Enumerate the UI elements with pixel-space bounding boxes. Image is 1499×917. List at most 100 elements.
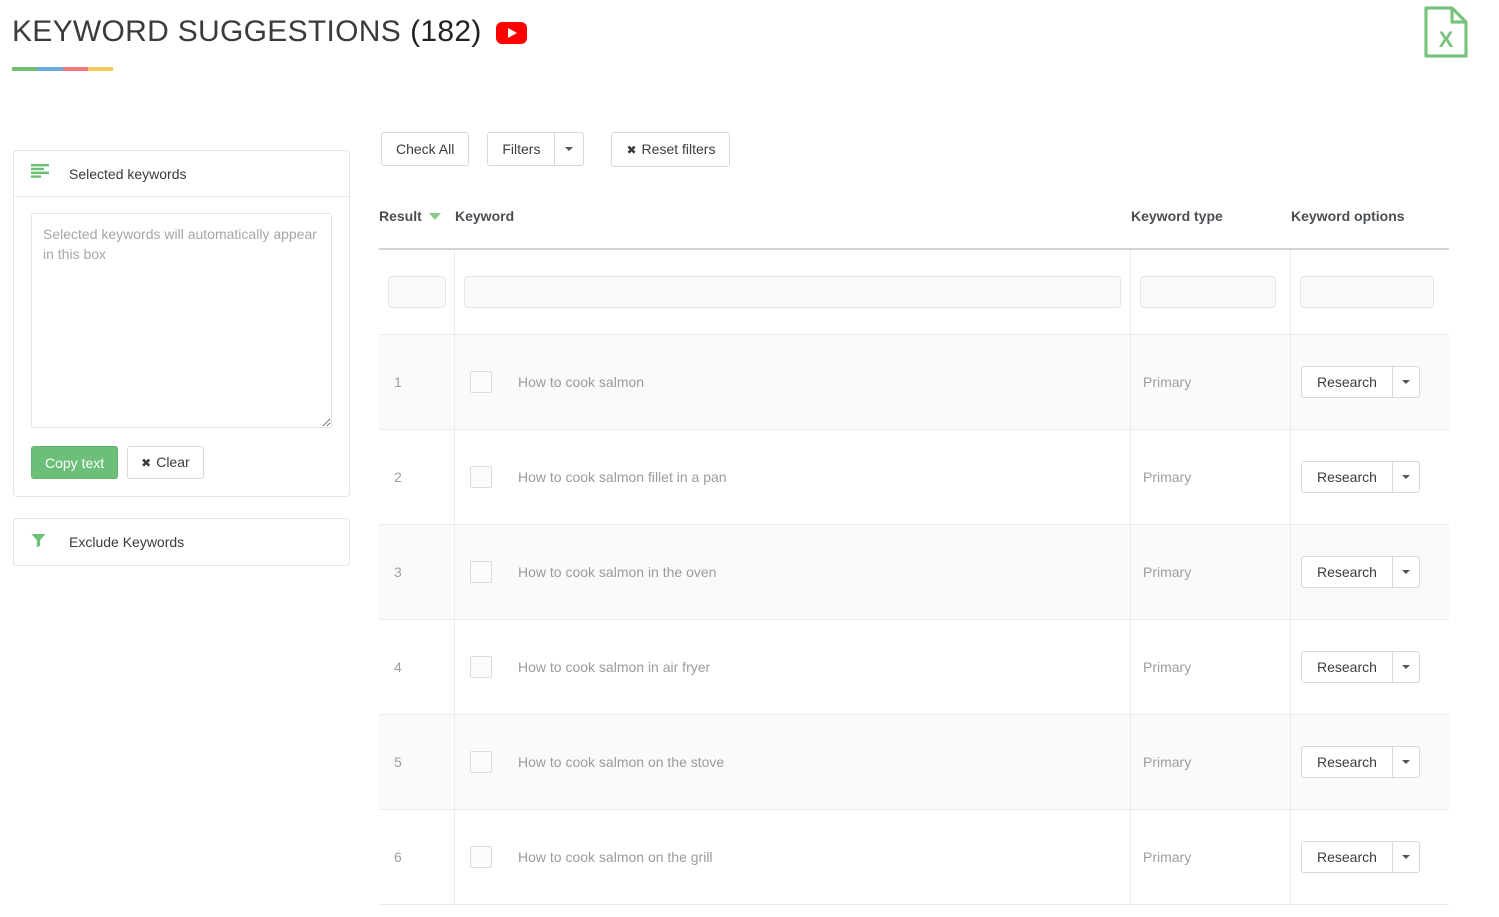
filter-cell-type: [1131, 250, 1291, 334]
research-button[interactable]: Research: [1301, 841, 1393, 873]
selected-keywords-panel: Selected keywords Copy text ✖ Clear: [13, 150, 350, 497]
research-button[interactable]: Research: [1301, 556, 1393, 588]
row-options-cell: Research: [1291, 715, 1449, 809]
exclude-keywords-title: Exclude Keywords: [69, 534, 185, 550]
row-keyword-cell: How to cook salmon fillet in a pan: [455, 430, 1131, 524]
filters-button[interactable]: Filters: [487, 132, 556, 166]
selected-keywords-title: Selected keywords: [69, 165, 187, 182]
column-header-keyword-options[interactable]: Keyword options: [1291, 208, 1449, 224]
row-type-cell: Primary: [1131, 810, 1291, 904]
selected-keywords-textarea[interactable]: [31, 213, 332, 428]
row-keyword-type: Primary: [1143, 659, 1192, 675]
underline-segment-yellow: [87, 67, 113, 71]
table-row[interactable]: 4 How to cook salmon in air fryer Primar…: [379, 620, 1449, 715]
x-icon: ✖: [141, 456, 152, 470]
keyword-table: Result Keyword Keyword type Keyword opti…: [379, 208, 1449, 905]
row-options-cell: Research: [1291, 620, 1449, 714]
filter-cell-result: [379, 250, 455, 334]
row-checkbox[interactable]: [470, 466, 492, 488]
research-dropdown-toggle[interactable]: [1392, 746, 1420, 778]
research-button[interactable]: Research: [1301, 366, 1393, 398]
research-button[interactable]: Research: [1301, 651, 1393, 683]
title-underline: [12, 67, 113, 71]
list-icon: [31, 164, 61, 183]
chevron-down-icon: [1401, 760, 1410, 764]
table-row[interactable]: 5 How to cook salmon on the stove Primar…: [379, 715, 1449, 810]
table-row[interactable]: 2 How to cook salmon fillet in a pan Pri…: [379, 430, 1449, 525]
filter-cell-options: [1291, 250, 1449, 334]
row-number: 3: [394, 564, 402, 580]
table-row[interactable]: 3 How to cook salmon in the oven Primary…: [379, 525, 1449, 620]
row-keyword-text: How to cook salmon on the stove: [518, 754, 725, 770]
research-button-group: Research: [1301, 651, 1420, 683]
clear-button[interactable]: ✖ Clear: [127, 446, 204, 479]
row-number: 5: [394, 754, 402, 770]
chevron-down-icon: [565, 147, 574, 151]
filter-input-keyword-type[interactable]: [1140, 276, 1276, 308]
row-number: 6: [394, 849, 402, 865]
research-dropdown-toggle[interactable]: [1392, 556, 1420, 588]
research-button-group: Research: [1301, 556, 1420, 588]
page-title: KEYWORD SUGGESTIONS (182): [12, 12, 527, 52]
sort-desc-icon[interactable]: [428, 212, 441, 220]
research-button[interactable]: Research: [1301, 461, 1393, 493]
chevron-down-icon: [1401, 855, 1410, 859]
row-result-cell: 6: [379, 810, 455, 904]
row-checkbox[interactable]: [470, 561, 492, 583]
exclude-keywords-header[interactable]: Exclude Keywords: [14, 519, 349, 565]
row-keyword-type: Primary: [1143, 469, 1192, 485]
page-title-text: KEYWORD SUGGESTIONS: [12, 15, 402, 48]
row-keyword-text: How to cook salmon in the oven: [518, 564, 717, 580]
exclude-keywords-panel[interactable]: Exclude Keywords: [13, 518, 350, 566]
column-header-keyword-type[interactable]: Keyword type: [1131, 208, 1291, 224]
research-dropdown-toggle[interactable]: [1392, 841, 1420, 873]
research-dropdown-toggle[interactable]: [1392, 366, 1420, 398]
research-button-group: Research: [1301, 746, 1420, 778]
table-body: 1 How to cook salmon Primary Research 2: [379, 248, 1449, 905]
row-checkbox[interactable]: [470, 846, 492, 868]
row-keyword-text: How to cook salmon: [518, 374, 645, 390]
selected-keywords-actions: Copy text ✖ Clear: [31, 446, 332, 479]
row-number: 4: [394, 659, 402, 675]
filter-input-keyword-options[interactable]: [1300, 276, 1434, 308]
row-keyword-type: Primary: [1143, 374, 1192, 390]
excel-export-icon[interactable]: X: [1423, 6, 1469, 58]
row-keyword-text: How to cook salmon on the grill: [518, 849, 713, 865]
column-header-keyword[interactable]: Keyword: [455, 208, 1131, 224]
row-checkbox[interactable]: [470, 751, 492, 773]
filter-icon: [31, 533, 61, 552]
reset-filters-label: Reset filters: [641, 141, 716, 157]
research-button[interactable]: Research: [1301, 746, 1393, 778]
row-keyword-text: How to cook salmon in air fryer: [518, 659, 711, 675]
row-options-cell: Research: [1291, 525, 1449, 619]
chevron-down-icon: [1401, 380, 1410, 384]
row-keyword-type: Primary: [1143, 564, 1192, 580]
filters-button-group: Filters: [487, 132, 585, 166]
row-keyword-type: Primary: [1143, 849, 1192, 865]
svg-text:X: X: [1439, 27, 1454, 52]
row-result-cell: 3: [379, 525, 455, 619]
row-checkbox[interactable]: [470, 656, 492, 678]
research-button-group: Research: [1301, 366, 1420, 398]
chevron-down-icon: [1401, 570, 1410, 574]
copy-text-button[interactable]: Copy text: [31, 446, 119, 479]
table-row[interactable]: 6 How to cook salmon on the grill Primar…: [379, 810, 1449, 905]
filters-dropdown-toggle[interactable]: [555, 132, 585, 166]
clear-button-label: Clear: [156, 454, 190, 470]
table-row[interactable]: 1 How to cook salmon Primary Research: [379, 335, 1449, 430]
selected-keywords-body: Copy text ✖ Clear: [14, 197, 349, 496]
row-result-cell: 4: [379, 620, 455, 714]
reset-filters-button[interactable]: ✖ Reset filters: [611, 132, 731, 167]
row-type-cell: Primary: [1131, 620, 1291, 714]
row-keyword-cell: How to cook salmon: [455, 335, 1131, 429]
research-dropdown-toggle[interactable]: [1392, 651, 1420, 683]
check-all-button[interactable]: Check All: [381, 132, 470, 166]
filter-input-keyword[interactable]: [464, 276, 1121, 308]
row-checkbox[interactable]: [470, 371, 492, 393]
research-dropdown-toggle[interactable]: [1392, 461, 1420, 493]
filter-input-result[interactable]: [388, 276, 446, 308]
column-header-result[interactable]: Result: [379, 208, 455, 224]
left-sidebar: Selected keywords Copy text ✖ Clear Exclu…: [13, 150, 350, 566]
table-filter-row: [379, 250, 1449, 335]
row-result-cell: 1: [379, 335, 455, 429]
